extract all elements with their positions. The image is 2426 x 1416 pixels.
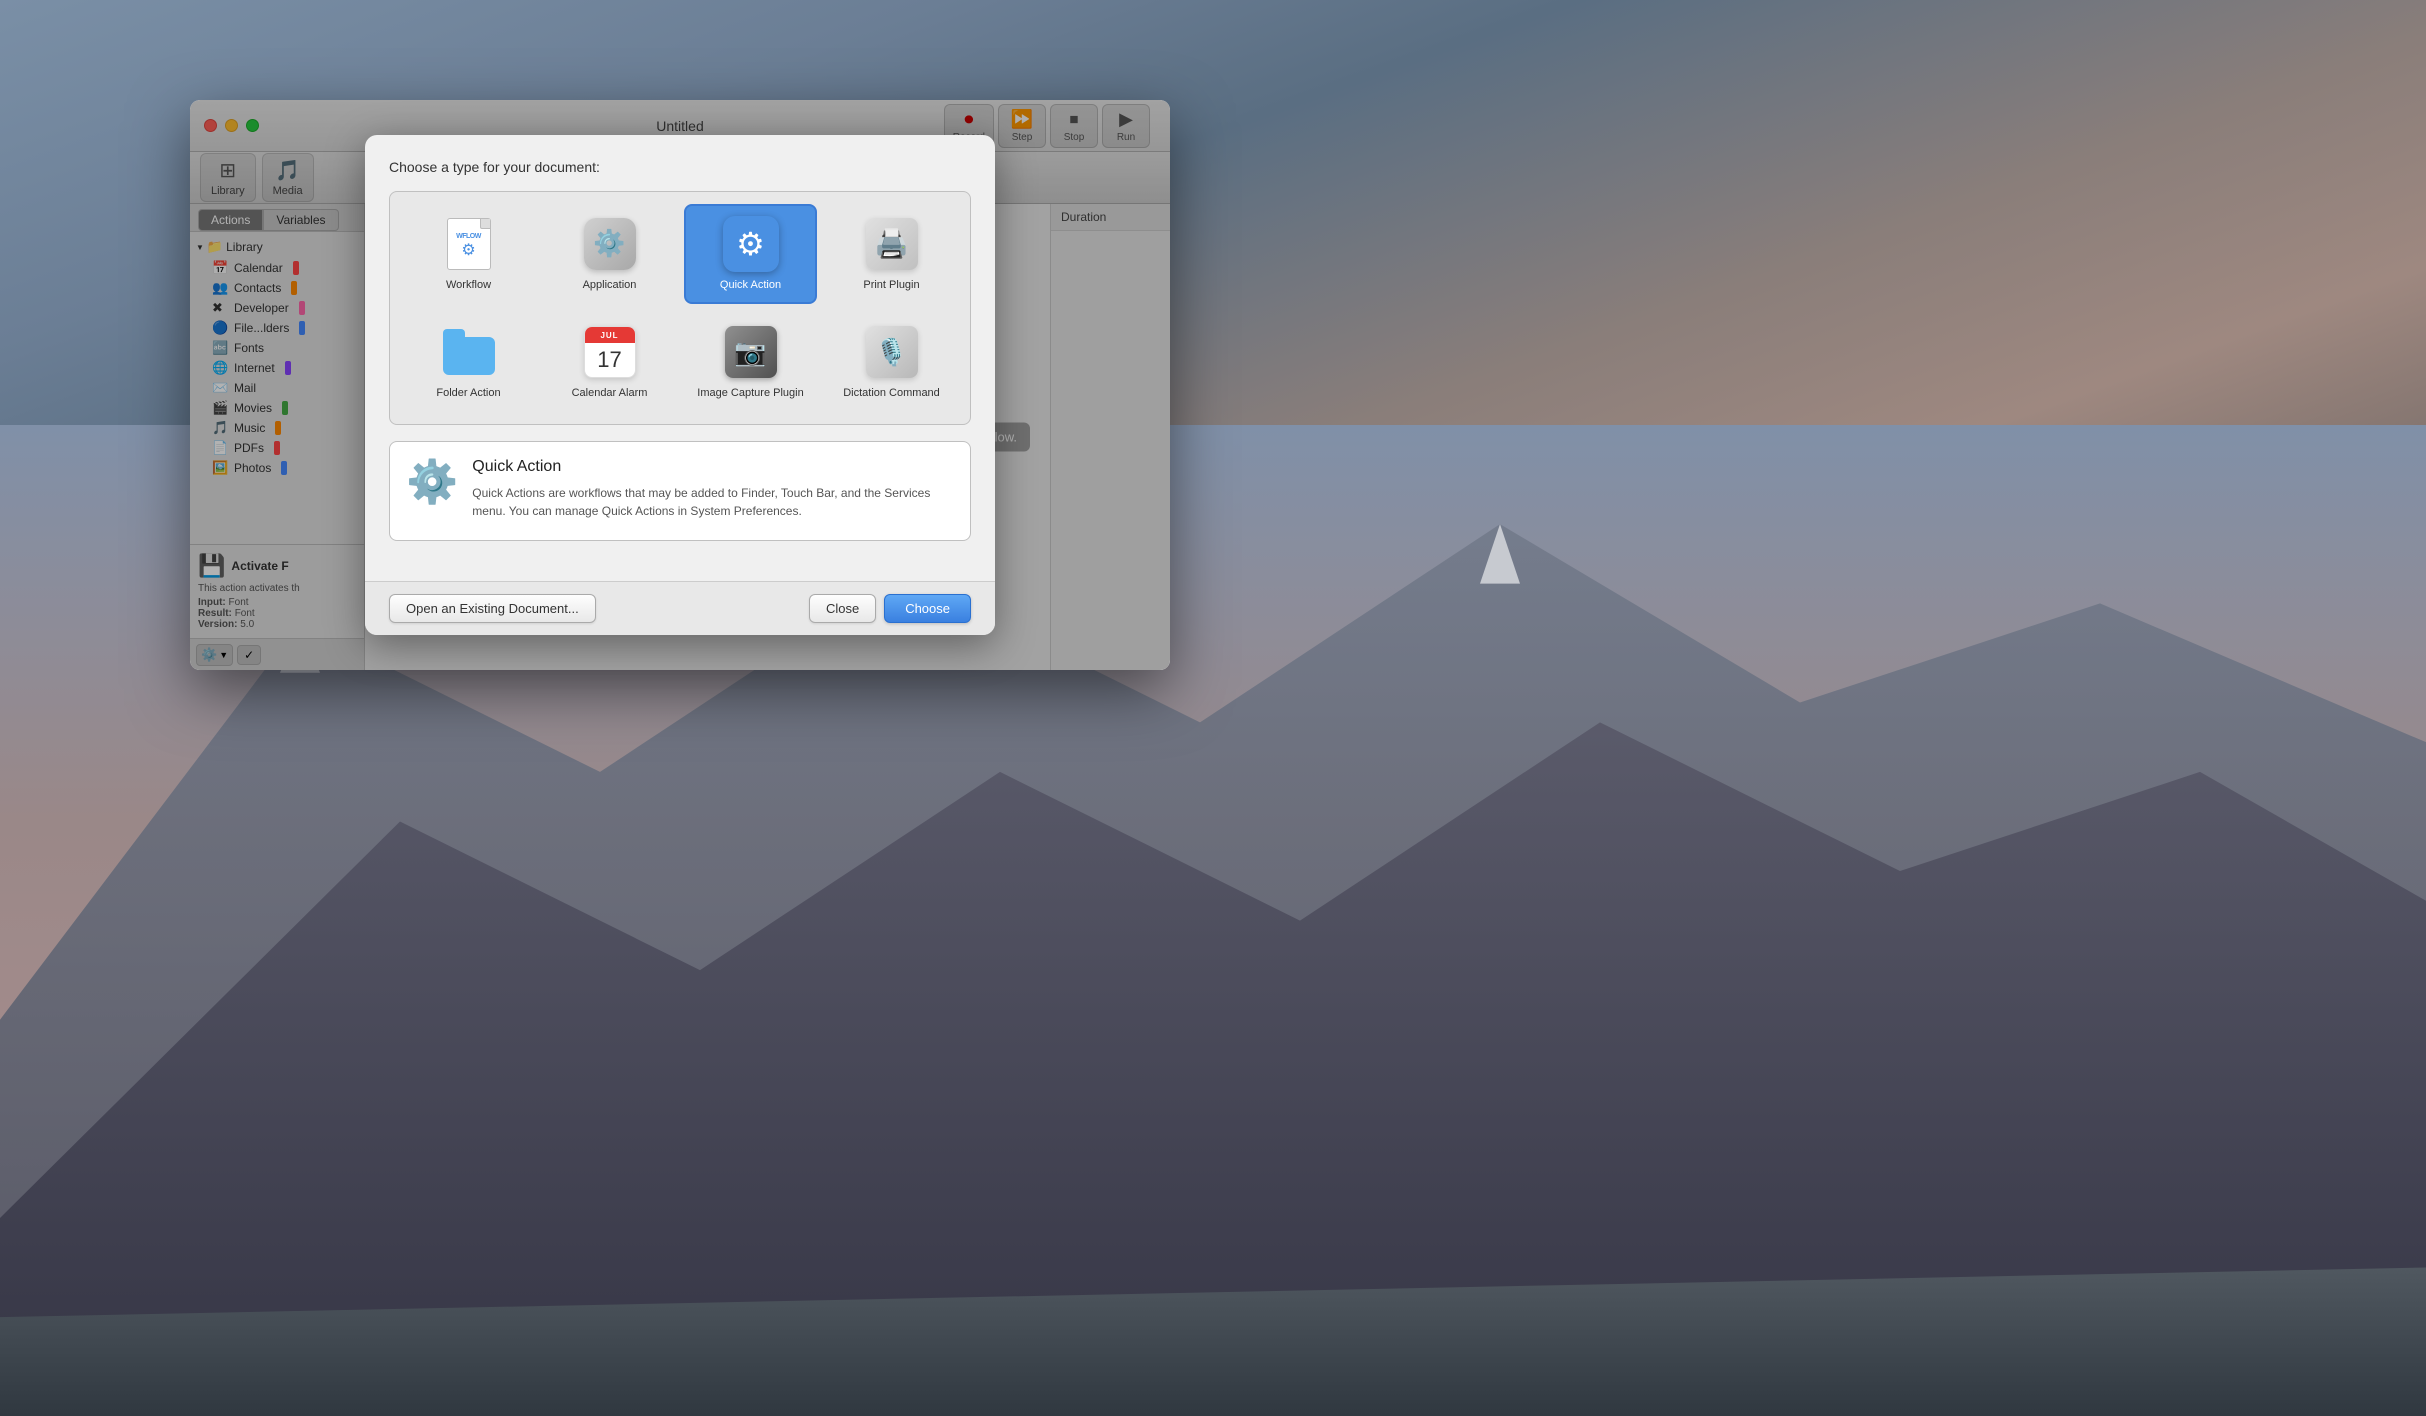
image-capture-label: Image Capture Plugin <box>697 386 803 400</box>
calendar-icon: JUL 17 <box>584 326 636 378</box>
workflow-gear-icon: ⚙ <box>461 240 475 260</box>
quick-action-icon: ⚙ <box>723 216 779 272</box>
type-item-quick-action[interactable]: ⚙ Quick Action <box>684 204 817 304</box>
type-item-folder-action[interactable]: Folder Action <box>402 312 535 412</box>
type-item-dictation-command[interactable]: 🎙️ Dictation Command <box>825 312 958 412</box>
folder-tab <box>443 329 465 341</box>
type-item-image-capture[interactable]: 📷 Image Capture Plugin <box>684 312 817 412</box>
quick-action-gear-icon: ⚙ <box>736 225 765 263</box>
print-type-icon: 🖨️ <box>864 216 920 272</box>
footer-right: Close Choose <box>809 594 971 623</box>
quick-action-label: Quick Action <box>720 278 781 292</box>
workflow-label: Workflow <box>446 278 491 292</box>
camera-type-icon: 📷 <box>723 324 779 380</box>
description-text: Quick Actions are workflows that may be … <box>472 484 954 520</box>
type-item-calendar-alarm[interactable]: JUL 17 Calendar Alarm <box>543 312 676 412</box>
folder-type-icon <box>441 324 497 380</box>
type-selection-grid: WFLOW ⚙ Workflow ⚙️ Application <box>389 191 971 426</box>
description-content: Quick Action Quick Actions are workflows… <box>472 458 954 520</box>
open-existing-button[interactable]: Open an Existing Document... <box>389 594 596 623</box>
calendar-type-icon: JUL 17 <box>582 324 638 380</box>
choose-button[interactable]: Choose <box>884 594 971 623</box>
calendar-day: 17 <box>585 343 635 377</box>
folder-shape <box>443 329 495 375</box>
app-icon: ⚙️ <box>584 218 636 270</box>
close-button[interactable]: Close <box>809 594 876 623</box>
folder-action-label: Folder Action <box>436 386 500 400</box>
fold-corner <box>480 219 490 229</box>
dialog-footer: Open an Existing Document... Close Choos… <box>365 581 995 635</box>
document-type-dialog: Choose a type for your document: WFLOW ⚙… <box>365 135 995 636</box>
camera-icon: 📷 <box>725 326 777 378</box>
description-icon: ⚙️ <box>406 458 458 507</box>
type-item-application[interactable]: ⚙️ Application <box>543 204 676 304</box>
application-label: Application <box>583 278 637 292</box>
dialog-overlay: Choose a type for your document: WFLOW ⚙… <box>190 100 1170 670</box>
workflow-type-icon: WFLOW ⚙ <box>441 216 497 272</box>
app-emoji: ⚙️ <box>593 228 625 259</box>
quick-action-type-icon: ⚙ <box>723 216 779 272</box>
type-item-workflow[interactable]: WFLOW ⚙ Workflow <box>402 204 535 304</box>
calendar-alarm-label: Calendar Alarm <box>572 386 648 400</box>
description-panel: ⚙️ Quick Action Quick Actions are workfl… <box>389 441 971 541</box>
calendar-month: JUL <box>585 327 635 343</box>
mic-icon: 🎙️ <box>866 326 918 378</box>
type-item-print-plugin[interactable]: 🖨️ Print Plugin <box>825 204 958 304</box>
dialog-body: Choose a type for your document: WFLOW ⚙… <box>365 135 995 582</box>
workflow-file-icon: WFLOW ⚙ <box>447 218 491 270</box>
application-type-icon: ⚙️ <box>582 216 638 272</box>
dialog-title: Choose a type for your document: <box>389 159 971 175</box>
print-plugin-label: Print Plugin <box>863 278 919 292</box>
mic-type-icon: 🎙️ <box>864 324 920 380</box>
description-title: Quick Action <box>472 458 954 476</box>
mic-emoji: 🎙️ <box>875 337 907 368</box>
camera-emoji: 📷 <box>734 337 766 368</box>
printer-icon: 🖨️ <box>866 218 918 270</box>
folder-body <box>443 337 495 375</box>
printer-emoji: 🖨️ <box>874 227 909 260</box>
dictation-command-label: Dictation Command <box>843 386 940 400</box>
footer-left: Open an Existing Document... <box>389 594 596 623</box>
wflow-text: WFLOW <box>456 233 481 240</box>
